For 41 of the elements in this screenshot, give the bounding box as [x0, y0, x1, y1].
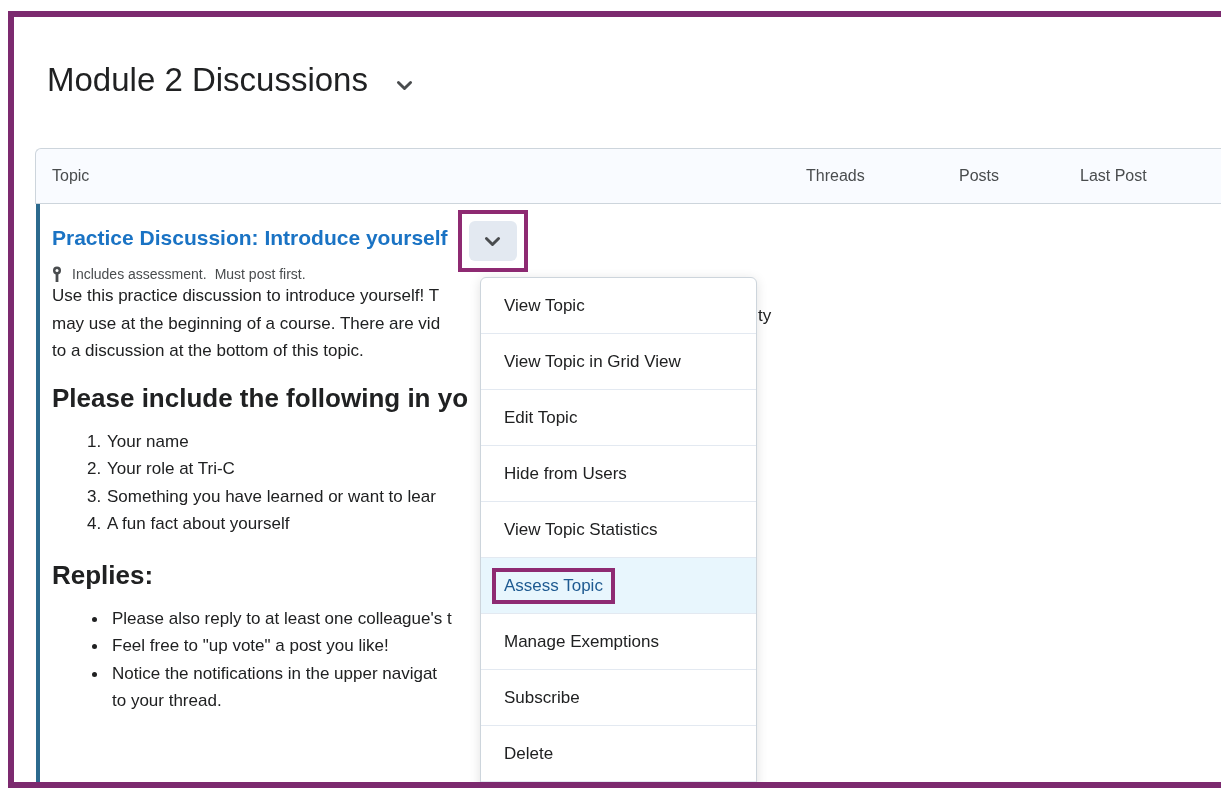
menu-item[interactable]: Assess Topic — [481, 558, 756, 614]
menu-item[interactable]: View Topic in Grid View — [481, 334, 756, 390]
pin-icon — [52, 266, 62, 282]
list-item-text: Please also reply to at least one colleague's t — [112, 607, 452, 630]
body-text: may use at the beginning of a course. There are vid — [52, 312, 441, 335]
menu-item[interactable]: Hide from Users — [481, 446, 756, 502]
bullet-icon — [92, 616, 97, 622]
list-item-text: Your name — [107, 430, 189, 453]
body-text: Use this practice discussion to introduce yourself! T — [52, 285, 440, 307]
list-item-text: Something you have learned or want to lear — [107, 485, 436, 508]
list-number: 3. — [87, 485, 101, 508]
body-text: ty — [758, 305, 772, 327]
list-number: 1. — [87, 430, 101, 453]
list-item-text: Your role at Tri-C — [107, 458, 235, 480]
list-number: 2. — [87, 458, 101, 480]
page-title: Module 2 Discussions — [47, 61, 368, 99]
menu-item[interactable]: Delete — [481, 726, 756, 782]
menu-item[interactable]: Subscribe — [481, 670, 756, 726]
list-item-text: Feel free to "up vote" a post you like! — [112, 635, 389, 657]
column-header: Posts — [959, 167, 999, 185]
menu-item[interactable]: Manage Exemptions — [481, 614, 756, 670]
bullet-icon — [92, 671, 97, 677]
column-header: Threads — [806, 167, 865, 185]
caret-icon[interactable] — [396, 79, 413, 91]
bullet-icon — [92, 644, 97, 649]
dropdown-button[interactable] — [468, 221, 517, 261]
column-header: Topic — [52, 167, 90, 185]
section-heading: Replies: — [52, 559, 154, 591]
caret-icon[interactable] — [484, 235, 502, 247]
list-number: 4. — [87, 513, 101, 535]
menu-item[interactable]: Edit Topic — [481, 390, 756, 446]
menu-item[interactable]: View Topic — [481, 278, 756, 334]
topic-link[interactable]: Practice Discussion: Introduce yourself — [52, 226, 448, 250]
list-item-text: to your thread. — [112, 690, 223, 712]
section-heading: Please include the following in yo — [52, 382, 469, 414]
body-text: to a discussion at the bottom of this topic. — [52, 340, 364, 362]
list-item-text: Notice the notifications in the upper navigat — [112, 662, 438, 685]
column-header: Last Post — [1080, 167, 1147, 185]
meta-text: Must post first. — [214, 266, 306, 282]
list-item-text: A fun fact about yourself — [107, 513, 290, 535]
meta-text: Includes assessment. — [72, 266, 207, 282]
